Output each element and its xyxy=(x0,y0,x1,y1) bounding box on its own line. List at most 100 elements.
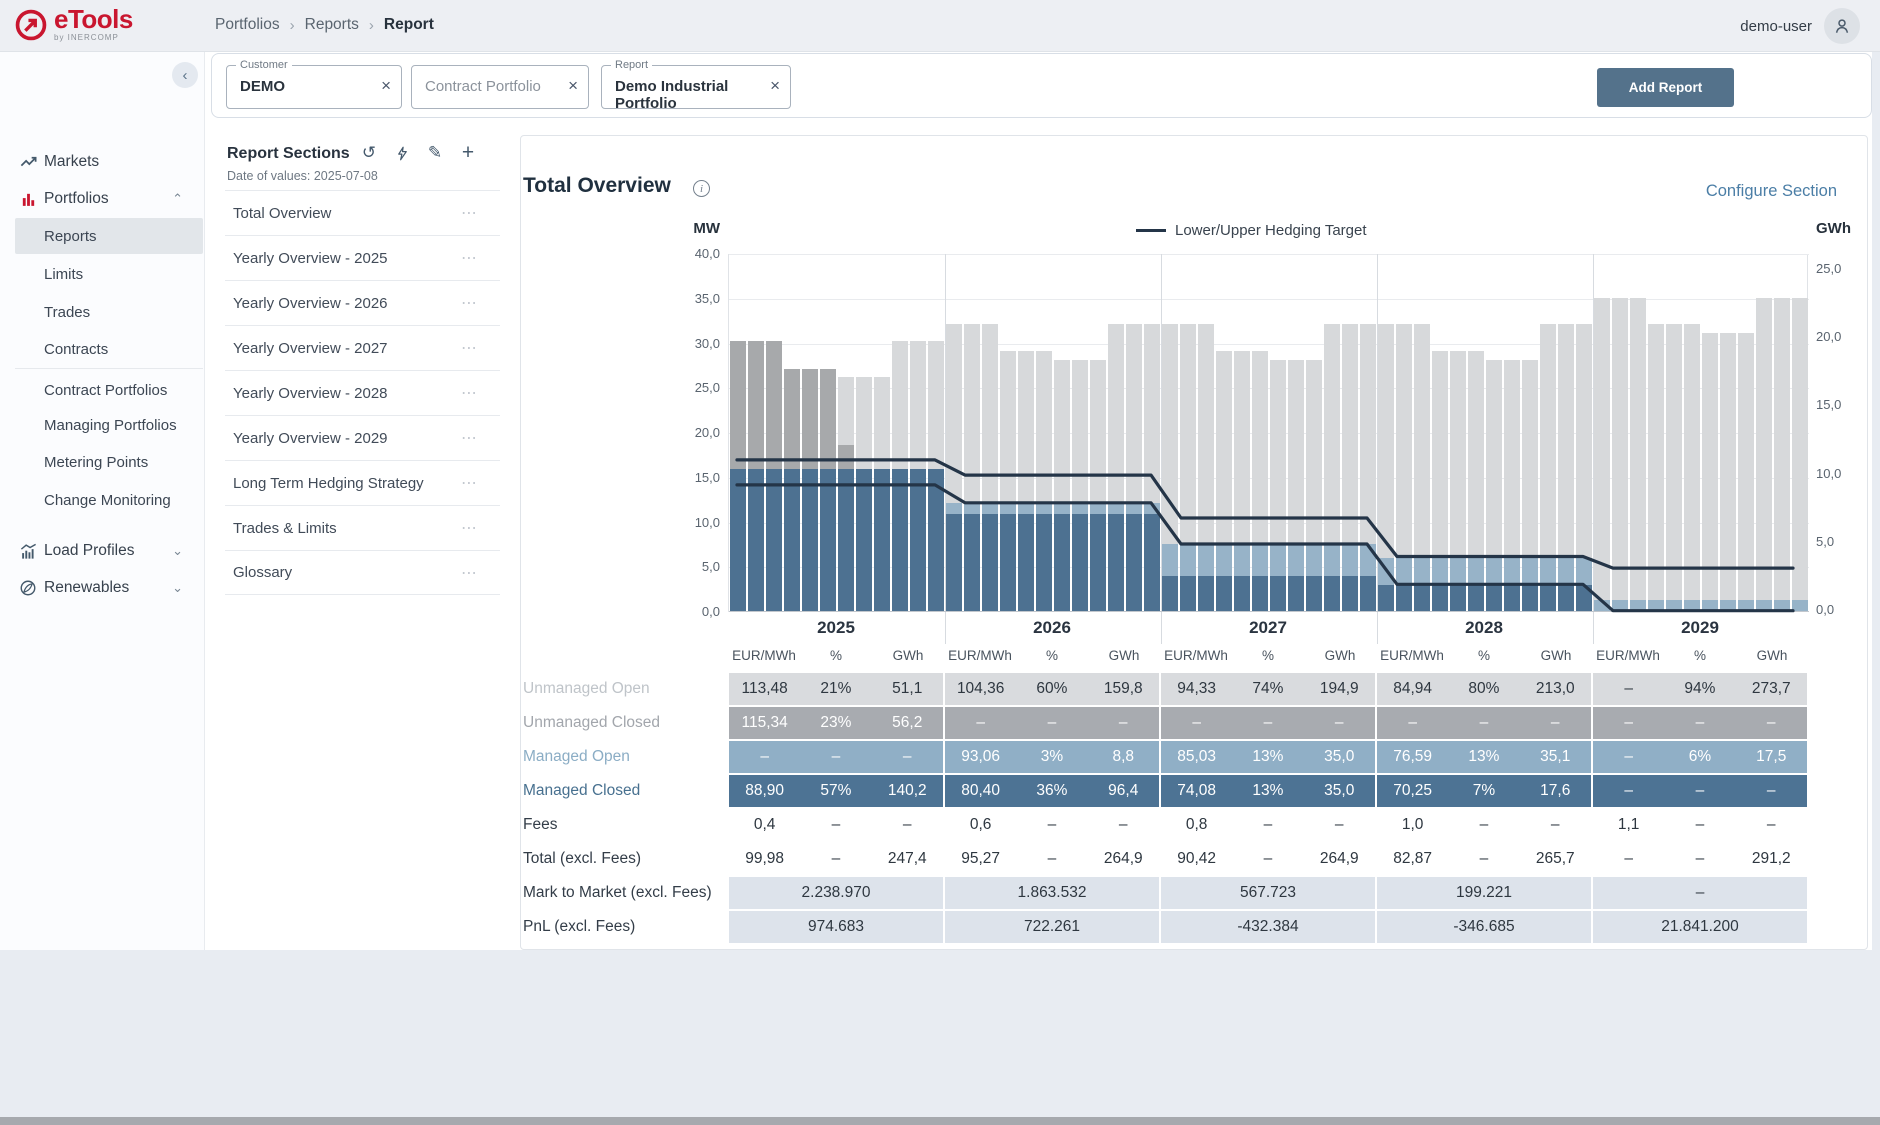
section-item-yearly-overview-2025[interactable]: Yearly Overview - 2025⋯ xyxy=(225,235,500,280)
sidebar-item-change-monitoring[interactable]: Change Monitoring xyxy=(0,482,205,518)
sidebar-item-managing-portfolios[interactable]: Managing Portfolios xyxy=(0,407,205,443)
table-cell: 17,5 xyxy=(1736,741,1807,773)
section-item-yearly-overview-2029[interactable]: Yearly Overview - 2029⋯ xyxy=(225,415,500,460)
more-options-icon[interactable]: ⋯ xyxy=(461,428,478,448)
add-section-icon[interactable]: + xyxy=(458,143,478,163)
configure-section-link[interactable]: Configure Section xyxy=(1706,182,1837,201)
table-cell: 1,0 xyxy=(1377,809,1448,841)
clear-customer-icon[interactable]: × xyxy=(381,76,391,96)
table-cell: 115,34 xyxy=(729,707,800,739)
sidebar-item-load-profiles[interactable]: Load Profiles⌄ xyxy=(0,536,205,566)
more-options-icon[interactable]: ⋯ xyxy=(461,383,478,403)
table-row-group: 74,0813%35,0 xyxy=(1161,775,1375,807)
sidebar-item-portfolios[interactable]: Portfolios⌃ xyxy=(0,184,205,214)
table-cell: 199.221 xyxy=(1377,877,1591,909)
table-row-group: 82,87–265,7 xyxy=(1377,843,1591,875)
table-cell: 7% xyxy=(1448,775,1519,807)
sidebar-item-metering-points[interactable]: Metering Points xyxy=(0,444,205,480)
table-row-group: 1,0–– xyxy=(1377,809,1591,841)
table-cell: – xyxy=(1088,809,1159,841)
column-header: EUR/MWh xyxy=(1592,648,1664,663)
lower-hedging-target-line xyxy=(737,485,1793,611)
chevron-up-icon[interactable]: ⌃ xyxy=(172,191,183,207)
clear-portfolio-icon[interactable]: × xyxy=(568,76,578,96)
section-item-label: Trades & Limits xyxy=(233,520,337,537)
sidebar-item-limits[interactable]: Limits xyxy=(0,256,205,292)
table-row-group: 94,3374%194,9 xyxy=(1161,673,1375,705)
table-cell: – xyxy=(1593,877,1807,909)
customer-filter[interactable]: Customer DEMO × xyxy=(226,65,402,109)
sidebar-item-label: Markets xyxy=(44,153,99,171)
more-options-icon[interactable]: ⋯ xyxy=(461,563,478,583)
section-item-label: Glossary xyxy=(233,564,292,581)
section-item-yearly-overview-2028[interactable]: Yearly Overview - 2028⋯ xyxy=(225,370,500,415)
report-sections-header: Report Sections ↺ ✎ + Date of values: 20… xyxy=(225,135,500,190)
info-icon[interactable]: i xyxy=(693,180,710,197)
table-cell: 0,6 xyxy=(945,809,1016,841)
row-label: Unmanaged Open xyxy=(523,673,723,705)
table-cell: – xyxy=(800,741,871,773)
report-filter-value: Demo Industrial Portfolio xyxy=(615,78,790,112)
customer-filter-value: DEMO xyxy=(240,78,285,95)
contract-portfolio-placeholder: Contract Portfolio xyxy=(425,78,541,95)
table-row-group: 99,98–247,4 xyxy=(729,843,943,875)
axis-right-tick: 10,0 xyxy=(1816,466,1841,481)
bolt-icon[interactable] xyxy=(392,143,412,163)
breadcrumb-portfolios[interactable]: Portfolios xyxy=(215,16,280,34)
table-cell: 264,9 xyxy=(1088,843,1159,875)
section-item-yearly-overview-2026[interactable]: Yearly Overview - 2026⋯ xyxy=(225,280,500,325)
table-cell: 567.723 xyxy=(1161,877,1375,909)
table-cell: 56,2 xyxy=(872,707,943,739)
table-cell: – xyxy=(1593,707,1664,739)
section-item-long-term-hedging-strategy[interactable]: Long Term Hedging Strategy ⋯ xyxy=(225,460,500,505)
user-area: demo-user xyxy=(1740,8,1860,44)
section-item-total-overview[interactable]: Total Overview⋯ xyxy=(225,190,500,235)
user-avatar[interactable] xyxy=(1824,8,1860,44)
edit-pencil-icon[interactable]: ✎ xyxy=(425,143,445,163)
section-item-label: Long Term Hedging Strategy xyxy=(233,475,424,492)
table-row-group: ––– xyxy=(1593,775,1807,807)
more-options-icon[interactable]: ⋯ xyxy=(461,518,478,538)
breadcrumb-reports[interactable]: Reports xyxy=(305,16,359,34)
chevron-down-icon[interactable]: ⌄ xyxy=(172,543,183,559)
column-header: GWh xyxy=(1088,648,1160,663)
report-sections-toolbar: ↺ ✎ + xyxy=(359,143,478,163)
more-options-icon[interactable]: ⋯ xyxy=(461,338,478,358)
table-row-group: 21.841.200 xyxy=(1593,911,1807,943)
add-report-button[interactable]: Add Report xyxy=(1597,68,1734,107)
contract-portfolio-filter[interactable]: Contract Portfolio × xyxy=(411,65,589,109)
clear-report-icon[interactable]: × xyxy=(770,76,780,96)
more-options-icon[interactable]: ⋯ xyxy=(461,203,478,223)
chevron-down-icon[interactable]: ⌄ xyxy=(172,580,183,596)
more-options-icon[interactable]: ⋯ xyxy=(461,473,478,493)
table-cell: – xyxy=(1016,809,1087,841)
table-cell: 35,0 xyxy=(1304,741,1375,773)
table-cell: 23% xyxy=(800,707,871,739)
table-row-group: 1.863.532 xyxy=(945,877,1159,909)
section-item-yearly-overview-2027[interactable]: Yearly Overview - 2027⋯ xyxy=(225,325,500,370)
bar-chart-icon xyxy=(18,189,38,209)
history-icon[interactable]: ↺ xyxy=(359,143,379,163)
more-options-icon[interactable]: ⋯ xyxy=(461,293,478,313)
sidebar-item-markets[interactable]: Markets xyxy=(0,147,205,177)
report-filter[interactable]: Report Demo Industrial Portfolio × xyxy=(601,65,791,109)
section-item-trades-limits[interactable]: Trades & Limits ⋯ xyxy=(225,505,500,550)
table-row-group: 115,3423%56,2 xyxy=(729,707,943,739)
table-row-group: 2.238.970 xyxy=(729,877,943,909)
section-item-glossary[interactable]: Glossary ⋯ xyxy=(225,550,500,595)
table-row-group: -346.685 xyxy=(1377,911,1591,943)
sidebar-item-contracts[interactable]: Contracts xyxy=(0,331,205,367)
sidebar-item-contract-portfolios[interactable]: Contract Portfolios xyxy=(0,372,205,408)
target-line-swatch xyxy=(1136,229,1166,233)
sidebar-item-reports[interactable]: Reports xyxy=(15,218,203,254)
axis-left-tick: 15,0 xyxy=(676,470,720,485)
table-row-group: 90,42–264,9 xyxy=(1161,843,1375,875)
table-cell: – xyxy=(1232,707,1303,739)
axis-right-tick: 20,0 xyxy=(1816,329,1841,344)
sidebar-item-renewables[interactable]: Renewables⌄ xyxy=(0,573,205,603)
collapse-panel-button[interactable]: ‹ xyxy=(172,62,198,88)
more-options-icon[interactable]: ⋯ xyxy=(461,248,478,268)
app-logo[interactable]: eTools by INERCOMP xyxy=(14,6,133,42)
row-label: Unmanaged Closed xyxy=(523,707,723,739)
sidebar-item-trades[interactable]: Trades xyxy=(0,294,205,330)
